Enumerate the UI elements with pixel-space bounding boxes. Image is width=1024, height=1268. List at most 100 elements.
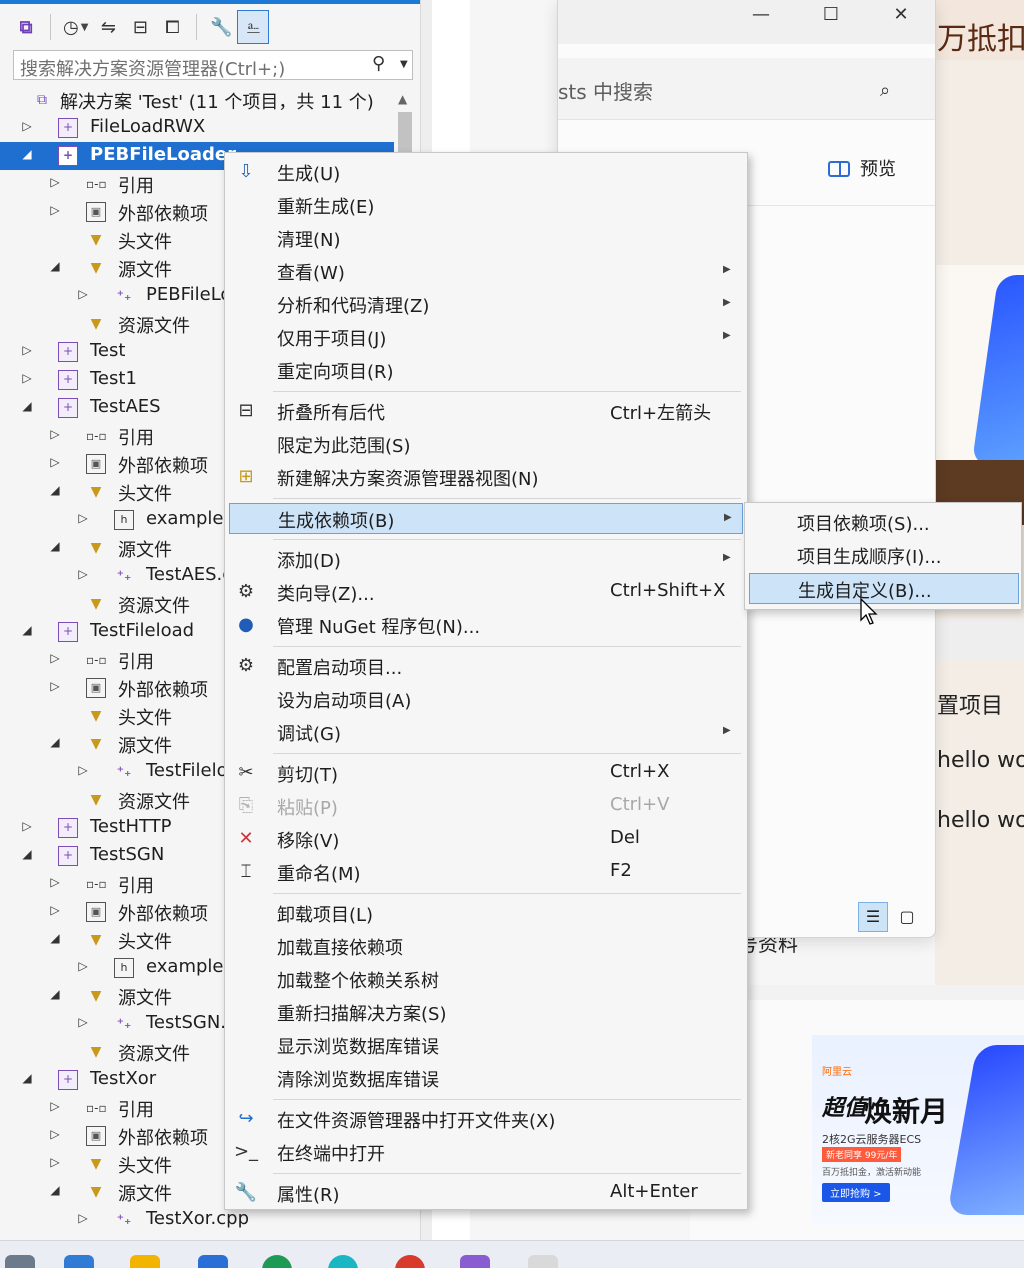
collapsed-arrow-icon[interactable]: ▷ [48, 1099, 62, 1113]
menu-item[interactable]: 🔧 属性(R) Alt+Enter [229, 1178, 743, 1209]
menu-item[interactable]: ⇩ 生成(U) [229, 157, 743, 188]
search-icon[interactable]: ⌕ [880, 80, 890, 101]
expanded-arrow-icon[interactable]: ◢ [20, 623, 34, 637]
expanded-arrow-icon[interactable]: ◢ [20, 847, 34, 861]
properties-wrench-icon[interactable]: 🔧 [205, 10, 237, 44]
start-icon[interactable] [5, 1255, 35, 1268]
pending-changes-icon[interactable]: ◷ ▼ [59, 10, 92, 44]
file-explorer-icon[interactable] [130, 1255, 160, 1268]
collapsed-arrow-icon[interactable]: ▷ [48, 679, 62, 693]
notepad-icon[interactable] [528, 1255, 558, 1268]
menu-item[interactable]: ⚙ 配置启动项目... [229, 651, 743, 682]
tree-node[interactable]: ▷ ⁺₊ TestXor.cpp [0, 1206, 394, 1234]
edge-icon[interactable] [262, 1255, 292, 1268]
collapsed-arrow-icon[interactable]: ▷ [48, 1127, 62, 1141]
expanded-arrow-icon[interactable]: ◢ [48, 735, 62, 749]
menu-item[interactable]: ↪ 在文件资源管理器中打开文件夹(X) [229, 1104, 743, 1135]
menu-item[interactable]: 重定向项目(R) [229, 355, 743, 386]
menu-item[interactable]: 清除浏览数据库错误 [229, 1063, 743, 1094]
menu-item[interactable]: ⌶ 重命名(M) F2 [229, 857, 743, 888]
expanded-arrow-icon[interactable]: ◢ [48, 931, 62, 945]
window-search-box[interactable]: sts 中搜索 ⌕ [558, 58, 935, 120]
collapsed-arrow-icon[interactable]: ▷ [76, 287, 90, 301]
ad-buy-button[interactable]: 立即抢购 > [822, 1183, 890, 1202]
menu-item[interactable]: 清理(N) [229, 223, 743, 254]
collapsed-arrow-icon[interactable]: ▷ [76, 1015, 90, 1029]
collapse-all-icon[interactable]: ⊟ [124, 10, 156, 44]
collapsed-arrow-icon[interactable]: ▷ [76, 763, 90, 777]
expanded-arrow-icon[interactable]: ◢ [48, 987, 62, 1001]
solution-root-node[interactable]: ⧉ 解决方案 'Test' (11 个项目，共 11 个) [0, 86, 394, 114]
menu-item[interactable]: 重新扫描解决方案(S) [229, 997, 743, 1028]
menu-item[interactable]: 调试(G) ▶ [229, 717, 743, 748]
menu-item[interactable]: ✕ 移除(V) Del [229, 824, 743, 855]
menu-item[interactable]: 设为启动项目(A) [229, 684, 743, 715]
submenu-item[interactable]: 项目依赖项(S)... [749, 507, 1019, 538]
collapsed-arrow-icon[interactable]: ▷ [48, 175, 62, 189]
expanded-arrow-icon[interactable]: ◢ [48, 483, 62, 497]
expanded-arrow-icon[interactable]: ◢ [20, 1071, 34, 1085]
menu-item[interactable]: ● 管理 NuGet 程序包(N)... [229, 610, 743, 641]
collapsed-arrow-icon[interactable]: ▷ [48, 203, 62, 217]
chrome-icon[interactable] [395, 1255, 425, 1268]
sync-active-document-icon[interactable]: ⇋ [92, 10, 124, 44]
collapsed-arrow-icon[interactable]: ▷ [48, 1155, 62, 1169]
submenu-item[interactable]: 生成自定义(B)... [749, 573, 1019, 604]
menu-item[interactable]: ⊞ 新建解决方案资源管理器视图(N) [229, 462, 743, 493]
browser-icon[interactable] [328, 1255, 358, 1268]
tree-scrollbar-thumb[interactable] [398, 112, 412, 156]
menu-item[interactable]: 查看(W) ▶ [229, 256, 743, 287]
menu-item[interactable]: 加载直接依赖项 [229, 931, 743, 962]
show-all-files-icon[interactable]: ⧠ [156, 10, 188, 44]
collapsed-arrow-icon[interactable]: ▷ [48, 903, 62, 917]
expanded-arrow-icon[interactable]: ◢ [48, 1183, 62, 1197]
menu-item[interactable]: 加载整个依赖关系树 [229, 964, 743, 995]
expanded-arrow-icon[interactable]: ◢ [48, 259, 62, 273]
search-options-chevron-down-icon[interactable]: ▼ [400, 59, 408, 70]
store-icon[interactable] [64, 1255, 94, 1268]
collapsed-arrow-icon[interactable]: ▷ [48, 455, 62, 469]
collapsed-arrow-icon[interactable]: ▷ [76, 567, 90, 581]
scroll-up-icon[interactable]: ▲ [398, 92, 407, 106]
expanded-arrow-icon[interactable]: ◢ [20, 147, 34, 161]
expanded-arrow-icon[interactable]: ◢ [20, 399, 34, 413]
visual-studio-icon[interactable] [460, 1255, 490, 1268]
collapsed-arrow-icon[interactable]: ▷ [20, 343, 34, 357]
collapsed-arrow-icon[interactable]: ▷ [48, 875, 62, 889]
collapsed-arrow-icon[interactable]: ▷ [76, 511, 90, 525]
collapsed-arrow-icon[interactable]: ▷ [20, 371, 34, 385]
menu-item[interactable]: ✂ 剪切(T) Ctrl+X [229, 758, 743, 789]
list-view-icon[interactable]: ☰ [858, 902, 888, 932]
ad-banner[interactable]: 阿里云 超值 焕新月 2核2G云服务器ECS 新老同享 99元/年 百万抵扣金，… [812, 1035, 1024, 1225]
maximize-icon[interactable]: ☐ [816, 4, 846, 25]
switch-views-icon[interactable]: ⧉ [10, 10, 42, 44]
collapsed-arrow-icon[interactable]: ▷ [20, 819, 34, 833]
tree-node[interactable]: ▷ + FileLoadRWX [0, 114, 394, 142]
collapsed-arrow-icon[interactable]: ▷ [48, 651, 62, 665]
preview-button[interactable]: 预览 [828, 155, 896, 181]
collapsed-arrow-icon[interactable]: ▷ [76, 959, 90, 973]
app-icon[interactable] [198, 1255, 228, 1268]
minimize-icon[interactable]: — [746, 4, 776, 25]
collapsed-arrow-icon[interactable]: ▷ [48, 427, 62, 441]
tile-view-icon[interactable]: ▢ [892, 902, 922, 932]
submenu-item[interactable]: 项目生成顺序(I)... [749, 540, 1019, 571]
menu-item[interactable]: 重新生成(E) [229, 190, 743, 221]
menu-item[interactable]: ⚙ 类向导(Z)... Ctrl+Shift+X [229, 577, 743, 608]
menu-item[interactable]: >_ 在终端中打开 [229, 1137, 743, 1168]
menu-item[interactable]: 仅用于项目(J) ▶ [229, 322, 743, 353]
menu-item[interactable]: 生成依赖项(B) ▶ [229, 503, 743, 534]
menu-item[interactable]: 限定为此范围(S) [229, 429, 743, 460]
menu-item[interactable]: 分析和代码清理(Z) ▶ [229, 289, 743, 320]
expanded-arrow-icon[interactable]: ◢ [48, 539, 62, 553]
menu-item[interactable]: ⊟ 折叠所有后代 Ctrl+左箭头 [229, 396, 743, 427]
search-icon[interactable]: ⚲ [372, 53, 385, 74]
collapsed-arrow-icon[interactable]: ▷ [76, 1211, 90, 1225]
menu-item[interactable]: 添加(D) ▶ [229, 544, 743, 575]
menu-item[interactable]: 显示浏览数据库错误 [229, 1030, 743, 1061]
menu-item[interactable]: 卸载项目(L) [229, 898, 743, 929]
collapsed-arrow-icon[interactable]: ▷ [20, 119, 34, 133]
solution-search-input[interactable]: 搜索解决方案资源管理器(Ctrl+;) ⚲ ▼ [13, 50, 413, 80]
close-icon[interactable]: ✕ [886, 4, 916, 25]
preview-selected-items-icon[interactable]: ⎁ [237, 10, 270, 44]
